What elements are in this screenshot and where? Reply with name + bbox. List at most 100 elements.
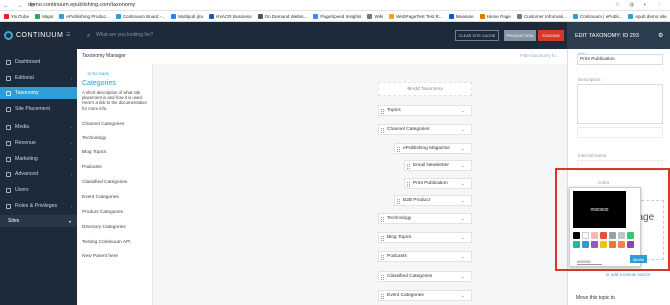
- category-list-item[interactable]: Testing Continuum API: [82, 240, 150, 245]
- category-list-item[interactable]: Classified Categories: [82, 180, 150, 185]
- drag-handle-icon[interactable]: [381, 294, 384, 299]
- nav-icon: [6, 156, 11, 162]
- bookmark-item[interactable]: Measure: [448, 13, 474, 19]
- sidebar-item-marketing[interactable]: Marketing ›: [0, 153, 77, 165]
- close-icon[interactable]: ⚙: [658, 32, 663, 39]
- staging-button[interactable]: STAGING: [538, 30, 564, 41]
- tree-node[interactable]: Technology ⌄: [378, 213, 472, 224]
- tree-node-label: Event Categories: [387, 293, 424, 298]
- tree-node[interactable]: Podcasts ⌄: [378, 251, 472, 262]
- favicon-icon: [4, 13, 9, 19]
- chevron-down-icon[interactable]: ⌄: [461, 235, 465, 241]
- remote-source-link[interactable]: or add a remote source: [606, 272, 650, 277]
- sidebar-item-media[interactable]: Media ›: [0, 121, 77, 133]
- title-field[interactable]: Print Publication: [577, 54, 663, 65]
- drag-handle-icon[interactable]: [407, 164, 410, 169]
- sidebar-item-roles-privileges[interactable]: Roles & Privileges ›: [0, 200, 77, 212]
- category-list-item[interactable]: Blog Topics: [82, 150, 150, 155]
- tree-node[interactable]: Topics ⌄: [378, 105, 472, 116]
- bookmark-item[interactable]: ePublishing Produc...: [59, 13, 110, 19]
- app-logo[interactable]: CONTINUUM: [4, 31, 63, 40]
- bookmark-item[interactable]: WebPageTest Test R...: [389, 13, 443, 19]
- bookmark-item[interactable]: HVACR Business: [208, 13, 252, 19]
- chevron-down-icon[interactable]: ⌄: [461, 108, 465, 114]
- bookmark-item[interactable]: Continuum Board -...: [115, 13, 165, 19]
- category-list-item[interactable]: Podcasts: [82, 165, 150, 170]
- chevron-down-icon[interactable]: ⌄: [461, 181, 465, 187]
- tree-node[interactable]: Classified Categories ⌄: [378, 271, 472, 282]
- bookmark-label: Measure: [455, 13, 474, 19]
- bookmark-item[interactable]: Maps: [35, 13, 53, 19]
- nav-icon: [6, 140, 11, 146]
- bookmark-item[interactable]: YouTube: [4, 13, 29, 19]
- drag-handle-icon[interactable]: [397, 199, 400, 204]
- external-id-field[interactable]: [577, 127, 663, 138]
- chevron-down-icon[interactable]: ⌄: [461, 198, 465, 204]
- tree-node[interactable]: B2B Product ⌄: [394, 195, 472, 206]
- bookmark-item[interactable]: PageSpeed Insights: [313, 13, 361, 19]
- category-list-item[interactable]: Directory Categories: [82, 225, 150, 230]
- chevron-down-icon[interactable]: ⌄: [461, 254, 465, 260]
- drag-handle-icon[interactable]: [381, 217, 384, 222]
- sidebar-item-dashboard[interactable]: Dashboard: [0, 56, 77, 68]
- bookmark-item[interactable]: On Demand Webin...: [257, 13, 307, 19]
- global-search-input[interactable]: What are you looking for?: [96, 32, 153, 38]
- tree-node[interactable]: Email Newsletter ⌄: [404, 160, 472, 171]
- drag-handle-icon[interactable]: [397, 147, 400, 152]
- bookmark-label: ePublishing Produc...: [66, 13, 110, 19]
- favicon-icon: [389, 13, 395, 19]
- chevron-down-icon[interactable]: ⌄: [461, 274, 465, 280]
- url-text[interactable]: demo.continuum.epublishing.com/taxonomy: [28, 2, 135, 8]
- bookmark-item[interactable]: Customer Informati...: [516, 13, 567, 19]
- collapse-icon[interactable]: ☰: [66, 32, 70, 38]
- add-taxonomy-button[interactable]: ⊕ Add Taxonomy: [378, 82, 472, 96]
- category-list-item[interactable]: Channel Categories: [82, 122, 150, 127]
- sidebar-item-editorial[interactable]: Editorial ›: [0, 72, 77, 84]
- category-list-item[interactable]: Product Categories: [82, 210, 150, 215]
- drag-handle-icon[interactable]: [381, 236, 384, 241]
- chevron-down-icon[interactable]: ⌄: [461, 216, 465, 222]
- category-list-item[interactable]: Event Categories: [82, 195, 150, 200]
- bookmarks-bar: YouTube Maps ePublishing Produc... Continuu…: [0, 11, 670, 22]
- sidebar-item-label: Media: [15, 124, 30, 130]
- bookmark-item[interactable]: Wiki: [367, 13, 383, 19]
- bookmark-item[interactable]: Multipub jira: [171, 13, 203, 19]
- sidebar-item-revenue[interactable]: Revenue ›: [0, 137, 77, 149]
- category-list-item[interactable]: New Parent here: [82, 254, 150, 259]
- sidebar-item-taxonomy[interactable]: Taxonomy: [0, 87, 77, 99]
- search-icon: ⌕: [87, 33, 91, 39]
- chevron-down-icon[interactable]: ⌄: [461, 127, 465, 133]
- go-back-link[interactable]: ⊲ Go back: [87, 71, 109, 77]
- sidebar-item-label: Roles & Privileges: [15, 203, 58, 209]
- bookmark-item[interactable]: Continuum | ePubli...: [572, 13, 622, 19]
- category-list-item[interactable]: Technology: [82, 136, 150, 141]
- description-field[interactable]: [577, 84, 663, 124]
- tree-node[interactable]: Blog Topics ⌄: [378, 232, 472, 243]
- sidebar-item-advanced[interactable]: Advanced ›: [0, 168, 77, 180]
- chevron-right-icon: ›: [70, 140, 72, 146]
- chevron-down-icon[interactable]: ⌄: [461, 163, 465, 169]
- clear-cache-button[interactable]: CLEAR SITE CACHE: [455, 30, 499, 41]
- bookmark-item[interactable]: Home Page: [479, 13, 511, 19]
- taxonomy-tree-area: [153, 64, 567, 305]
- drag-handle-icon[interactable]: [381, 255, 384, 260]
- drag-handle-icon[interactable]: [381, 275, 384, 280]
- tree-node[interactable]: ePublishing Magazine ⌄: [394, 143, 472, 154]
- bookmark-item[interactable]: epub demo site: [628, 13, 667, 19]
- tree-node[interactable]: Event Categories ⌄: [378, 290, 472, 301]
- sites-selector[interactable]: Sites ▾: [0, 215, 77, 227]
- chevron-down-icon[interactable]: ⌄: [461, 146, 465, 152]
- chevron-down-icon[interactable]: ⌄: [461, 293, 465, 299]
- categories-heading: Categories: [82, 80, 116, 87]
- filter-input[interactable]: Filter taxonomy fo...: [520, 53, 560, 58]
- drag-handle-icon[interactable]: [407, 182, 410, 187]
- drag-handle-icon[interactable]: [381, 128, 384, 133]
- drag-handle-icon[interactable]: [381, 109, 384, 114]
- nav-icon: [6, 187, 11, 193]
- extension-icons[interactable]: ☆ ◍ ◐ ⋮: [615, 2, 666, 8]
- sidebar-item-site-placement[interactable]: Site Placement: [0, 103, 77, 115]
- production-button[interactable]: PRODUCTION: [504, 30, 536, 41]
- tree-node[interactable]: Print Publication ⌄: [404, 178, 472, 189]
- tree-node[interactable]: Channel Categories ⌄: [378, 124, 472, 135]
- sidebar-item-users[interactable]: Users: [0, 184, 77, 196]
